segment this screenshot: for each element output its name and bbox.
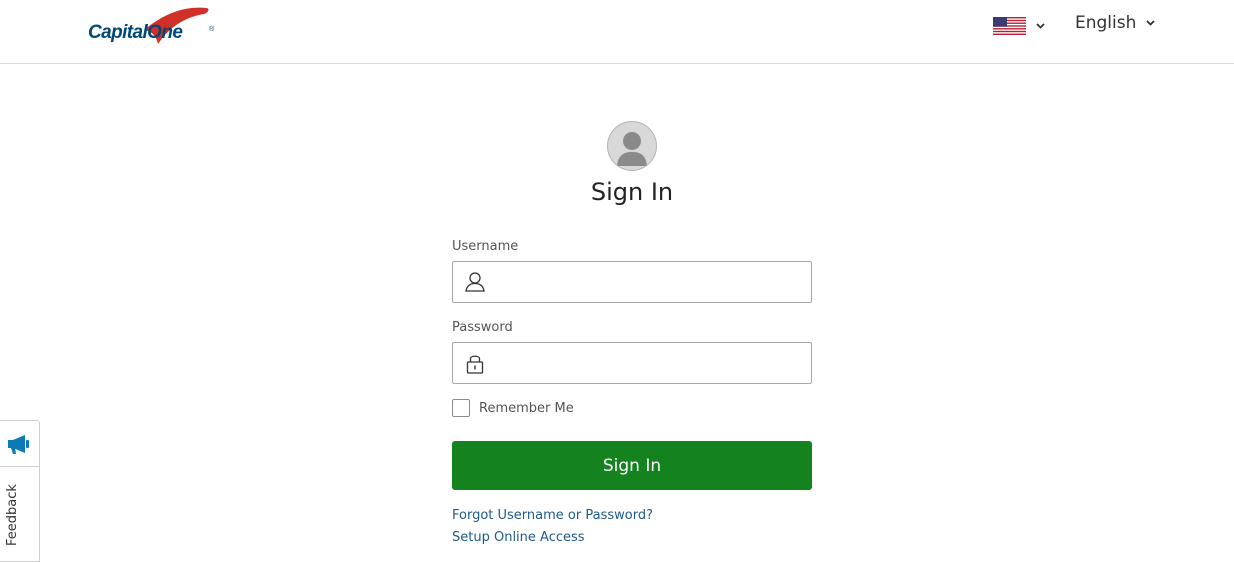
username-field-container[interactable] (452, 261, 812, 303)
password-input[interactable] (495, 343, 799, 383)
username-input[interactable] (495, 262, 799, 302)
sign-in-button[interactable]: Sign In (452, 441, 812, 490)
language-label: English (1075, 13, 1137, 33)
password-field-container[interactable] (452, 342, 812, 384)
megaphone-icon (8, 435, 29, 454)
chevron-down-icon (1146, 20, 1156, 26)
country-selector[interactable] (993, 16, 1045, 36)
remember-me-option[interactable]: Remember Me (452, 399, 574, 417)
lock-icon (466, 355, 484, 374)
avatar-icon (607, 121, 657, 171)
site-header: CapitalOne ® English (0, 0, 1234, 64)
user-icon (465, 272, 485, 292)
chevron-down-icon (1036, 23, 1045, 29)
remember-me-checkbox[interactable] (452, 399, 470, 417)
feedback-divider (0, 466, 39, 467)
username-label: Username (452, 239, 519, 254)
setup-online-access-link[interactable]: Setup Online Access (452, 530, 585, 545)
us-flag-icon (993, 17, 1026, 35)
forgot-credentials-link[interactable]: Forgot Username or Password? (452, 508, 653, 523)
logo-wordmark: CapitalOne (88, 22, 183, 43)
password-label: Password (452, 320, 513, 335)
language-selector[interactable]: English (1075, 13, 1156, 33)
feedback-tab[interactable]: Feedback (0, 420, 40, 562)
feedback-label: Feedback (5, 484, 20, 546)
page-title: Sign In (590, 178, 674, 206)
remember-me-label: Remember Me (479, 400, 574, 416)
capital-one-logo[interactable]: CapitalOne ® (86, 4, 218, 50)
registered-mark: ® (209, 26, 215, 33)
